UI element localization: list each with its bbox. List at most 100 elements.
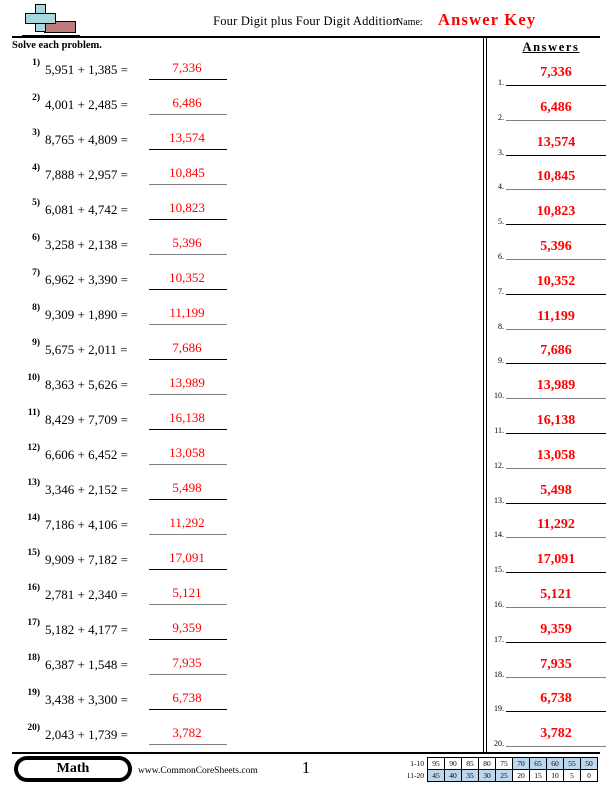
page-header: Four Digit plus Four Digit Addition Name… — [0, 0, 612, 40]
problem-number: 7) — [32, 268, 40, 278]
answer-value[interactable]: 6,486 — [506, 100, 606, 116]
grading-scale-cell: 65 — [529, 757, 547, 770]
problem-number: 3) — [32, 128, 40, 138]
problem-answer[interactable]: 17,091 — [152, 550, 222, 566]
problem-answer-line — [149, 149, 227, 150]
grading-scale-cell: 15 — [529, 769, 547, 782]
answer-number: 10. — [494, 391, 504, 401]
answer-line — [506, 502, 606, 504]
grading-scale-row: 1-10 95 90 85 80 75 70 65 60 55 50 — [398, 757, 598, 770]
problem-row: 18) 6,387 + 1,548 = 7,935 — [12, 653, 472, 688]
problem-expression: 6,606 + 6,452 = — [45, 447, 128, 462]
problem-row: 1) 5,951 + 1,385 = 7,336 — [12, 58, 472, 93]
answer-value[interactable]: 10,845 — [506, 169, 606, 185]
problem-row: 19) 3,438 + 3,300 = 6,738 — [12, 688, 472, 723]
problem-expression: 8,765 + 4,809 = — [45, 132, 128, 147]
answer-row: 14. 11,292 — [488, 514, 612, 549]
answer-line — [506, 189, 606, 191]
answer-value[interactable]: 7,336 — [506, 65, 606, 81]
problem-row: 10) 8,363 + 5,626 = 13,989 — [12, 373, 472, 408]
problem-answer[interactable]: 13,058 — [152, 445, 222, 461]
answer-value[interactable]: 7,686 — [506, 343, 606, 359]
answer-number: 9. — [498, 356, 504, 366]
answer-value[interactable]: 5,396 — [506, 239, 606, 255]
problem-answer[interactable]: 5,121 — [152, 585, 222, 601]
problem-expression: 6,387 + 1,548 = — [45, 657, 128, 672]
problem-answer[interactable]: 13,989 — [152, 375, 222, 391]
grading-scale-cell: 20 — [512, 769, 530, 782]
problem-row: 11) 8,429 + 7,709 = 16,138 — [12, 408, 472, 443]
problem-expression: 5,675 + 2,011 = — [45, 342, 128, 357]
grading-scale-cell: 5 — [563, 769, 581, 782]
answer-value[interactable]: 13,574 — [506, 135, 606, 151]
problem-answer-line — [149, 464, 227, 465]
problem-answer[interactable]: 3,782 — [152, 725, 222, 741]
answer-number: 15. — [494, 565, 504, 575]
answer-row: 6. 5,396 — [488, 236, 612, 271]
problem-answer-line — [149, 604, 227, 605]
problem-answer[interactable]: 7,935 — [152, 655, 222, 671]
problem-expression: 8,363 + 5,626 = — [45, 377, 128, 392]
answer-number: 8. — [498, 321, 504, 331]
problem-answer[interactable]: 11,199 — [152, 305, 222, 321]
problem-expression: 3,258 + 2,138 = — [45, 237, 128, 252]
answer-row: 10. 13,989 — [488, 375, 612, 410]
answer-line — [506, 572, 606, 574]
grading-scale-cell: 25 — [495, 769, 513, 782]
grading-scale-cell: 60 — [546, 757, 564, 770]
problem-answer[interactable]: 9,359 — [152, 620, 222, 636]
problem-answer[interactable]: 7,336 — [152, 60, 222, 76]
answer-value[interactable]: 11,292 — [506, 517, 606, 533]
answer-value[interactable]: 11,199 — [506, 309, 606, 325]
problem-answer[interactable]: 6,738 — [152, 690, 222, 706]
grading-scale-cell: 30 — [478, 769, 496, 782]
grading-scale-cell: 45 — [427, 769, 445, 782]
problem-expression: 4,001 + 2,485 = — [45, 97, 128, 112]
answer-line — [506, 398, 606, 400]
problem-number: 11) — [27, 408, 40, 418]
problem-row: 8) 9,309 + 1,890 = 11,199 — [12, 303, 472, 338]
problem-number: 16) — [27, 583, 40, 593]
answer-key-stamp: Answer Key — [438, 10, 537, 29]
answer-number: 11. — [494, 425, 504, 435]
answer-number: 18. — [494, 669, 504, 679]
answer-value[interactable]: 10,823 — [506, 204, 606, 220]
problem-answer[interactable]: 6,486 — [152, 95, 222, 111]
answer-row: 4. 10,845 — [488, 166, 612, 201]
problem-answer-line — [149, 79, 227, 80]
problem-answer[interactable]: 10,845 — [152, 165, 222, 181]
answer-line — [506, 363, 606, 365]
grading-scale-row: 11-20 45 40 35 30 25 20 15 10 5 0 — [398, 769, 598, 782]
answer-value[interactable]: 5,121 — [506, 587, 606, 603]
answer-value[interactable]: 9,359 — [506, 622, 606, 638]
problem-expression: 6,962 + 3,390 = — [45, 272, 128, 287]
problem-answer[interactable]: 7,686 — [152, 340, 222, 356]
answer-value[interactable]: 13,058 — [506, 448, 606, 464]
answer-value[interactable]: 6,738 — [506, 691, 606, 707]
answer-value[interactable]: 10,352 — [506, 274, 606, 290]
problem-row: 5) 6,081 + 4,742 = 10,823 — [12, 198, 472, 233]
problem-row: 2) 4,001 + 2,485 = 6,486 — [12, 93, 472, 128]
problem-answer[interactable]: 16,138 — [152, 410, 222, 426]
answer-row: 19. 6,738 — [488, 688, 612, 723]
answer-value[interactable]: 3,782 — [506, 726, 606, 742]
answer-value[interactable]: 7,935 — [506, 657, 606, 673]
problem-answer[interactable]: 5,396 — [152, 235, 222, 251]
answer-line — [506, 328, 606, 330]
answer-row: 17. 9,359 — [488, 619, 612, 654]
problem-answer[interactable]: 10,352 — [152, 270, 222, 286]
answer-value[interactable]: 13,989 — [506, 378, 606, 394]
answer-row: 16. 5,121 — [488, 584, 612, 619]
problem-answer[interactable]: 11,292 — [152, 515, 222, 531]
problem-number: 17) — [27, 618, 40, 628]
problem-answer[interactable]: 10,823 — [152, 200, 222, 216]
answer-number: 6. — [498, 251, 504, 261]
answer-line — [506, 711, 606, 713]
problem-number: 18) — [27, 653, 40, 663]
problem-answer[interactable]: 13,574 — [152, 130, 222, 146]
answer-value[interactable]: 5,498 — [506, 483, 606, 499]
answer-value[interactable]: 16,138 — [506, 413, 606, 429]
problem-answer[interactable]: 5,498 — [152, 480, 222, 496]
answer-value[interactable]: 17,091 — [506, 552, 606, 568]
problem-row: 4) 7,888 + 2,957 = 10,845 — [12, 163, 472, 198]
